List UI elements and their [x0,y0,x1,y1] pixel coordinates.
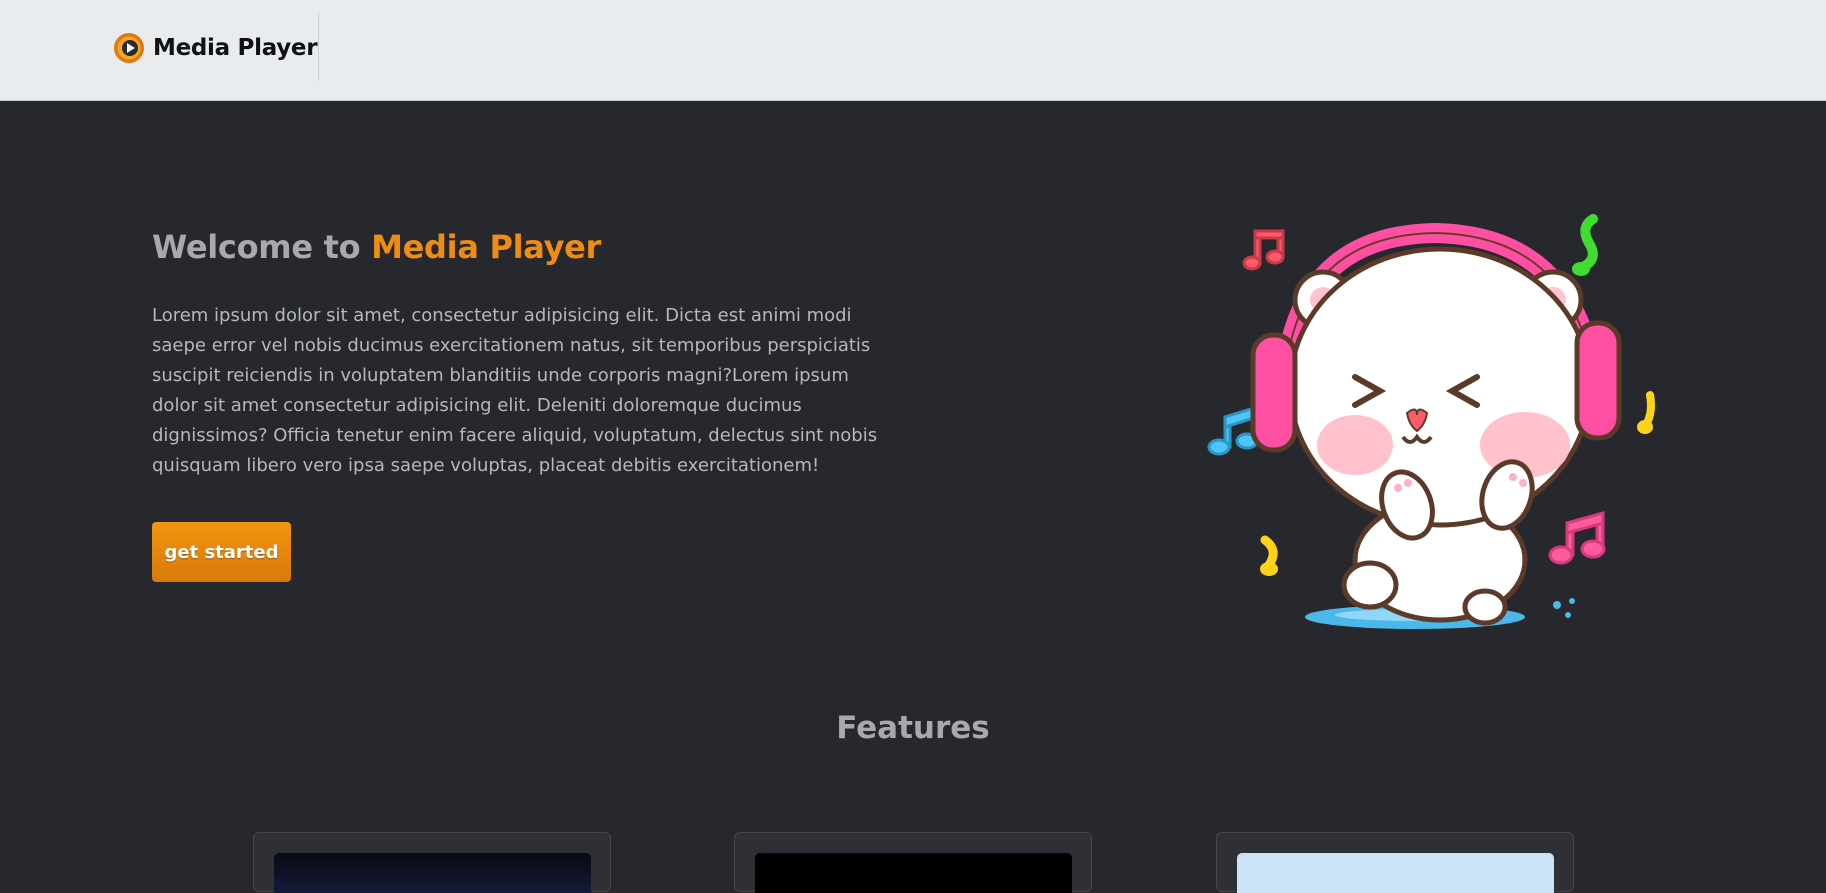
get-started-button[interactable]: get started [152,522,291,582]
hero-title-prefix: Welcome to [152,228,372,266]
hero-title: Welcome to Media Player [152,228,601,266]
feature-card-thumbnail [755,853,1072,893]
navbar: Media Player [0,0,1826,101]
hero-title-accent: Media Player [371,228,602,266]
feature-card-2[interactable] [734,832,1092,893]
brand-name: Media Player [153,35,318,61]
media-player-play-icon [114,33,144,63]
features-heading: Features [836,710,990,746]
brand-link[interactable]: Media Player [113,30,318,66]
navbar-divider [318,13,319,81]
feature-card-1[interactable] [253,832,611,893]
feature-card-thumbnail [1237,853,1554,893]
feature-card-3[interactable] [1216,832,1574,893]
hero-description: Lorem ipsum dolor sit amet, consectetur … [152,305,878,476]
feature-card-thumbnail [274,853,591,893]
dancing-bear-illustration [1207,214,1655,629]
